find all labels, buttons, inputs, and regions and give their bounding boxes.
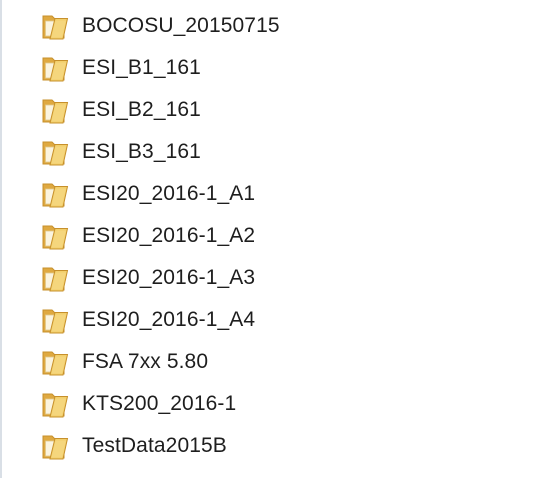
folder-icon <box>41 222 71 251</box>
folder-item[interactable]: ESI20_2016-1_A4 <box>0 300 556 342</box>
folder-icon <box>41 264 71 293</box>
folder-item[interactable]: BOCOSU_20150715 <box>0 6 556 48</box>
folder-name: TestData2015B <box>82 434 227 457</box>
folder-name: ESI_B1_161 <box>82 56 201 79</box>
folder-name: ESI20_2016-1_A2 <box>82 224 256 247</box>
folder-item[interactable]: FSA 7xx 5.80 <box>0 342 556 384</box>
folder-item[interactable]: ESI_B1_161 <box>0 48 556 90</box>
folder-name: KTS200_2016-1 <box>82 392 237 415</box>
folder-item[interactable]: ESI_B3_161 <box>0 132 556 174</box>
folder-item[interactable]: ESI_B2_161 <box>0 90 556 132</box>
folder-item[interactable]: TestData2015B <box>0 426 556 468</box>
folder-icon <box>41 432 71 461</box>
folder-icon <box>41 96 71 125</box>
folder-item[interactable]: KTS200_2016-1 <box>0 384 556 426</box>
folder-icon <box>41 390 71 419</box>
folder-list: BOCOSU_20150715 ESI_B1_161 ESI_B2_161 ES… <box>0 6 556 468</box>
folder-item[interactable]: ESI20_2016-1_A2 <box>0 216 556 258</box>
folder-icon <box>41 180 71 209</box>
folder-icon <box>41 12 71 41</box>
folder-icon <box>41 348 71 377</box>
folder-name: BOCOSU_20150715 <box>82 14 280 37</box>
folder-icon <box>41 306 71 335</box>
folder-icon <box>41 54 71 83</box>
folder-name: ESI20_2016-1_A3 <box>82 266 256 289</box>
folder-name: FSA 7xx 5.80 <box>82 350 209 373</box>
folder-item[interactable]: ESI20_2016-1_A1 <box>0 174 556 216</box>
folder-item[interactable]: ESI20_2016-1_A3 <box>0 258 556 300</box>
folder-icon <box>41 138 71 167</box>
folder-name: ESI_B3_161 <box>82 140 201 163</box>
folder-name: ESI20_2016-1_A1 <box>82 182 256 205</box>
folder-name: ESI_B2_161 <box>82 98 201 121</box>
folder-name: ESI20_2016-1_A4 <box>82 308 256 331</box>
